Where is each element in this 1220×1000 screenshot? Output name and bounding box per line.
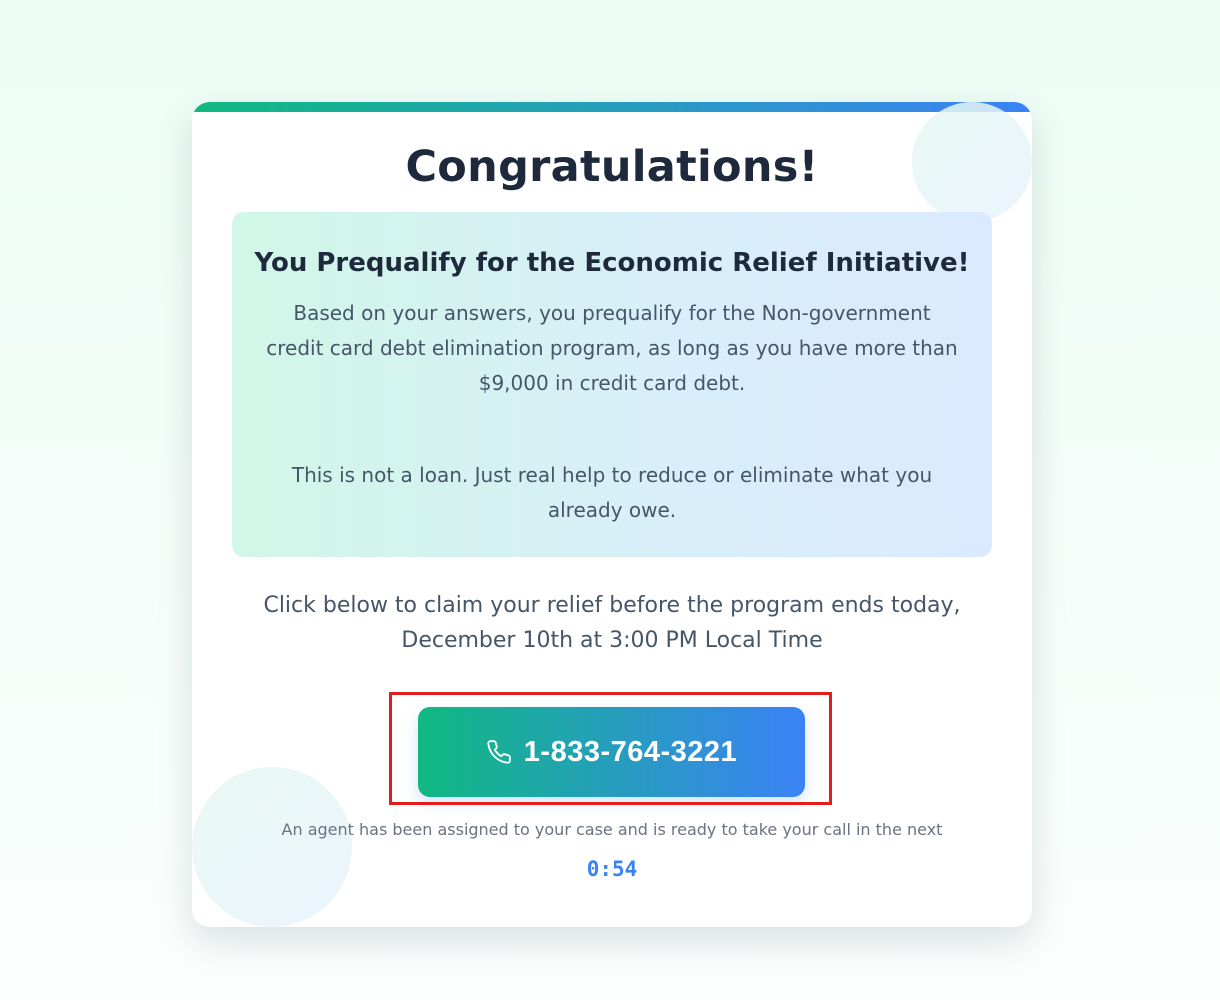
decorative-circle-bottom-left [192,767,352,927]
phone-icon [486,739,512,765]
page-title: Congratulations! [405,142,819,192]
countdown-timer: 0:54 [586,857,638,881]
card-accent-bar [192,102,1032,112]
agent-assigned-text: An agent has been assigned to your case … [281,820,943,839]
call-phone-button[interactable]: 1-833-764-3221 [418,707,805,797]
phone-number-label: 1-833-764-3221 [523,735,738,768]
info-box-note: This is not a loan. Just real help to re… [291,463,933,522]
offer-card: Congratulations! You Prequalify for the … [192,102,1032,927]
info-box-body: Based on your answers, you prequalify fo… [266,301,958,395]
info-box-title: You Prequalify for the Economic Relief I… [254,248,970,278]
prequalify-info-box: You Prequalify for the Economic Relief I… [232,212,992,557]
claim-deadline-text: Click below to claim your relief before … [263,593,961,653]
